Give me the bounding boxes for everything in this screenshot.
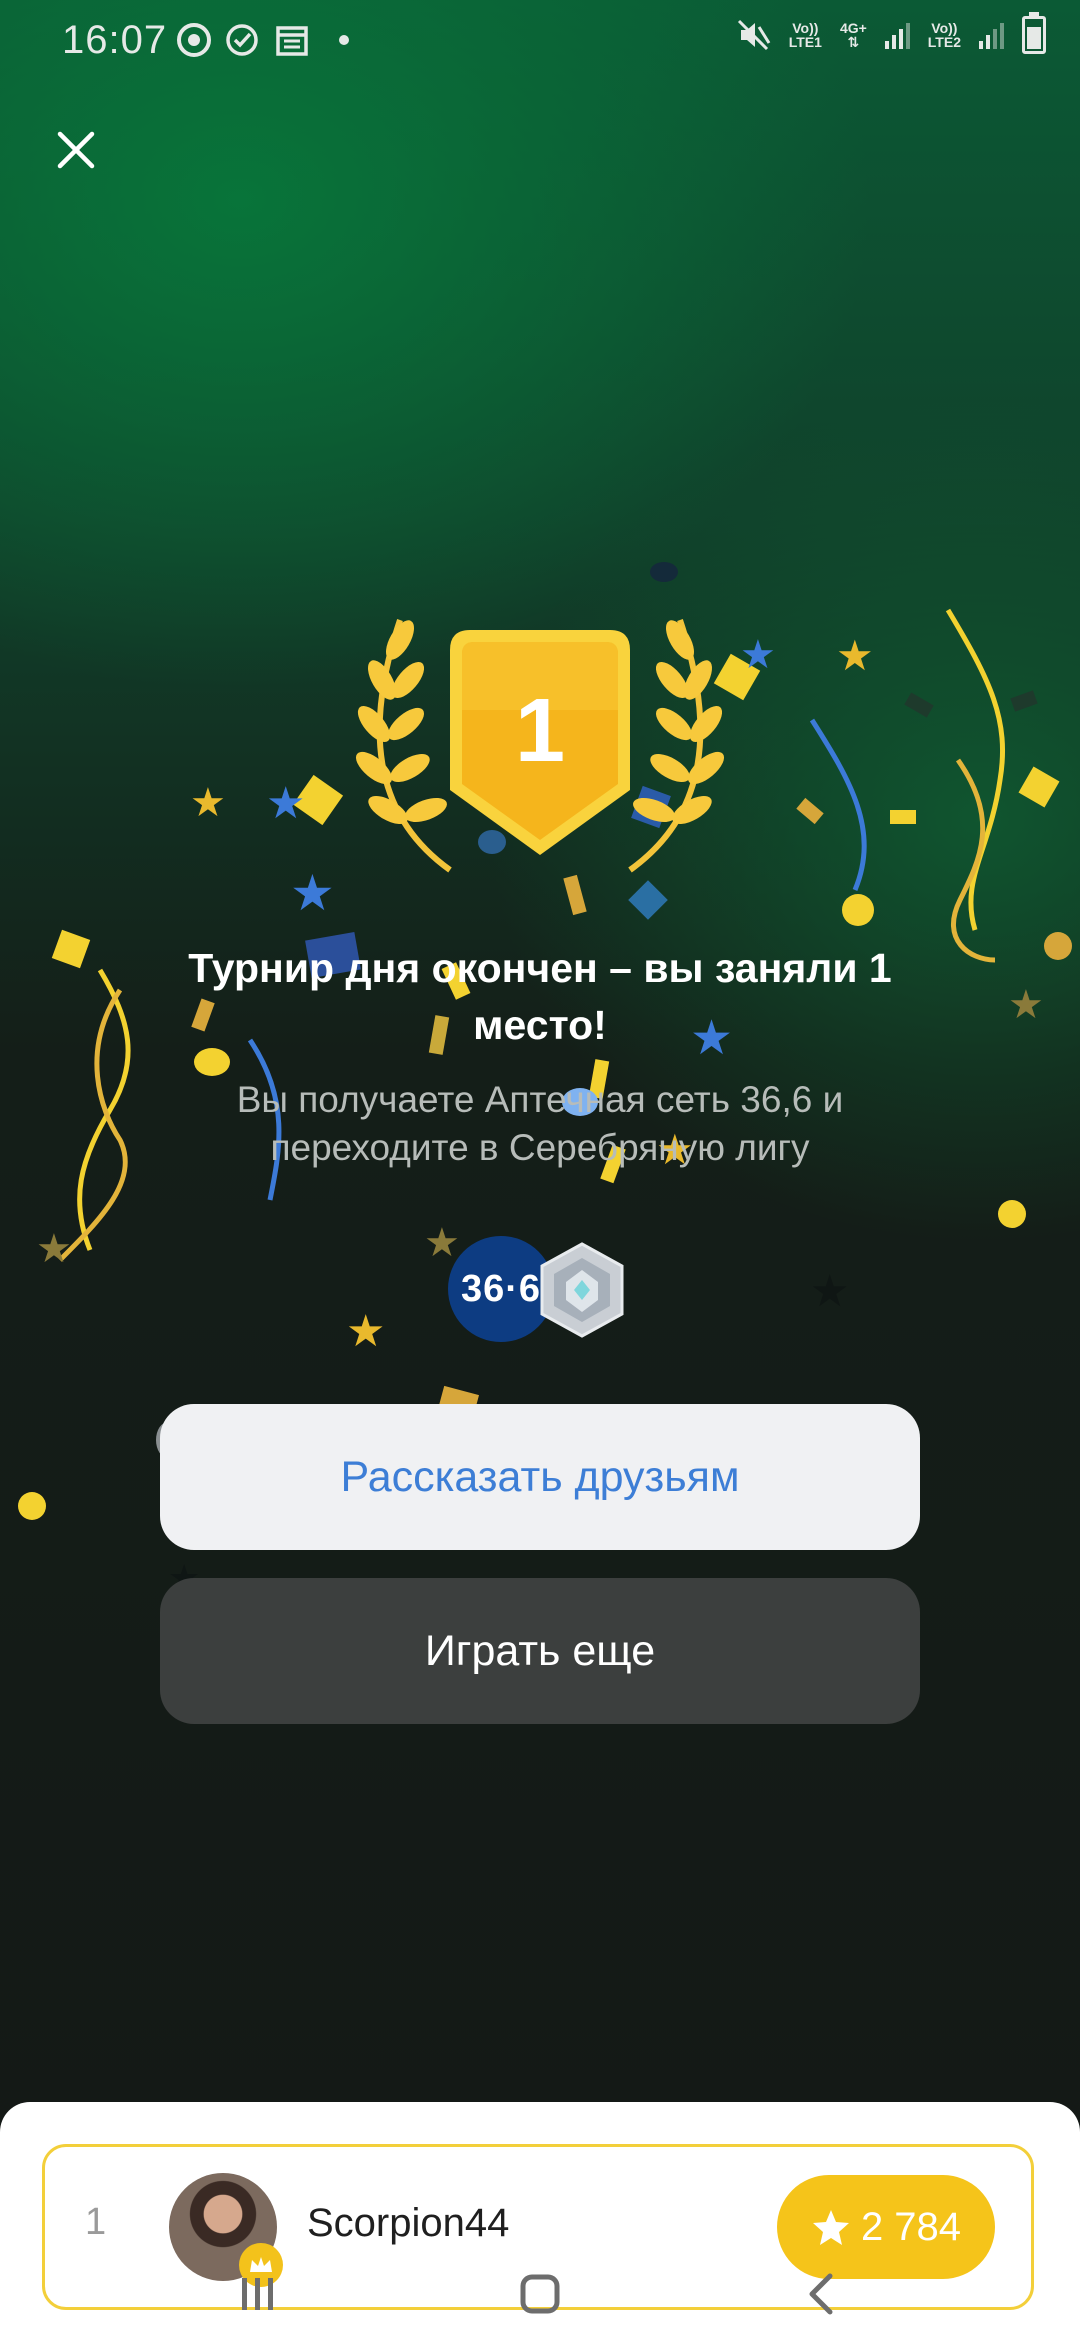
status-time: 16:07 (62, 18, 168, 62)
status-bar: 16:07 Vo)) LTE1 4G+ ⇅ Vo)) LTE2 (0, 0, 1080, 90)
sim1-indicator: Vo)) LTE1 (788, 20, 822, 50)
close-button[interactable] (44, 118, 108, 182)
share-with-friends-button[interactable]: Рассказать друзьям (160, 1404, 920, 1550)
status-right: Vo)) LTE1 4G+ ⇅ Vo)) LTE2 (735, 12, 1046, 54)
leaderboard-rank: 1 (85, 2201, 107, 2243)
back-icon (809, 2273, 833, 2315)
calendar-icon (276, 26, 308, 56)
chrome-icon (177, 23, 211, 57)
home-icon (520, 2274, 560, 2314)
home-button[interactable] (500, 2254, 580, 2334)
system-navigation-bar (0, 2240, 1080, 2340)
recent-apps-icon (242, 2278, 273, 2310)
signal-icon-2 (979, 21, 1004, 49)
signal-icon (884, 21, 910, 49)
recent-apps-button[interactable] (218, 2254, 298, 2334)
close-icon (57, 131, 95, 169)
place-badge: 1 (440, 620, 640, 860)
dot-icon (339, 35, 349, 45)
silver-league-icon (540, 1242, 624, 1338)
result-title: Турнир дня окончен – вы заняли 1 место! (188, 945, 892, 1048)
reward-row: 36·6 (448, 1236, 628, 1346)
play-again-button[interactable]: Играть еще (160, 1578, 920, 1724)
sim2-indicator: Vo)) LTE2 (927, 20, 961, 50)
mute-vibrate-icon (737, 19, 771, 51)
result-subtitle: Вы получаете Аптечная сеть 36,6 и перехо… (236, 1079, 844, 1168)
battery-icon (1022, 12, 1046, 54)
check-circle-icon (226, 24, 258, 56)
data-indicator: 4G+ ⇅ (839, 20, 867, 50)
place-number: 1 (514, 681, 566, 781)
place-trophy: 1 (330, 600, 750, 880)
back-button[interactable] (782, 2254, 862, 2334)
